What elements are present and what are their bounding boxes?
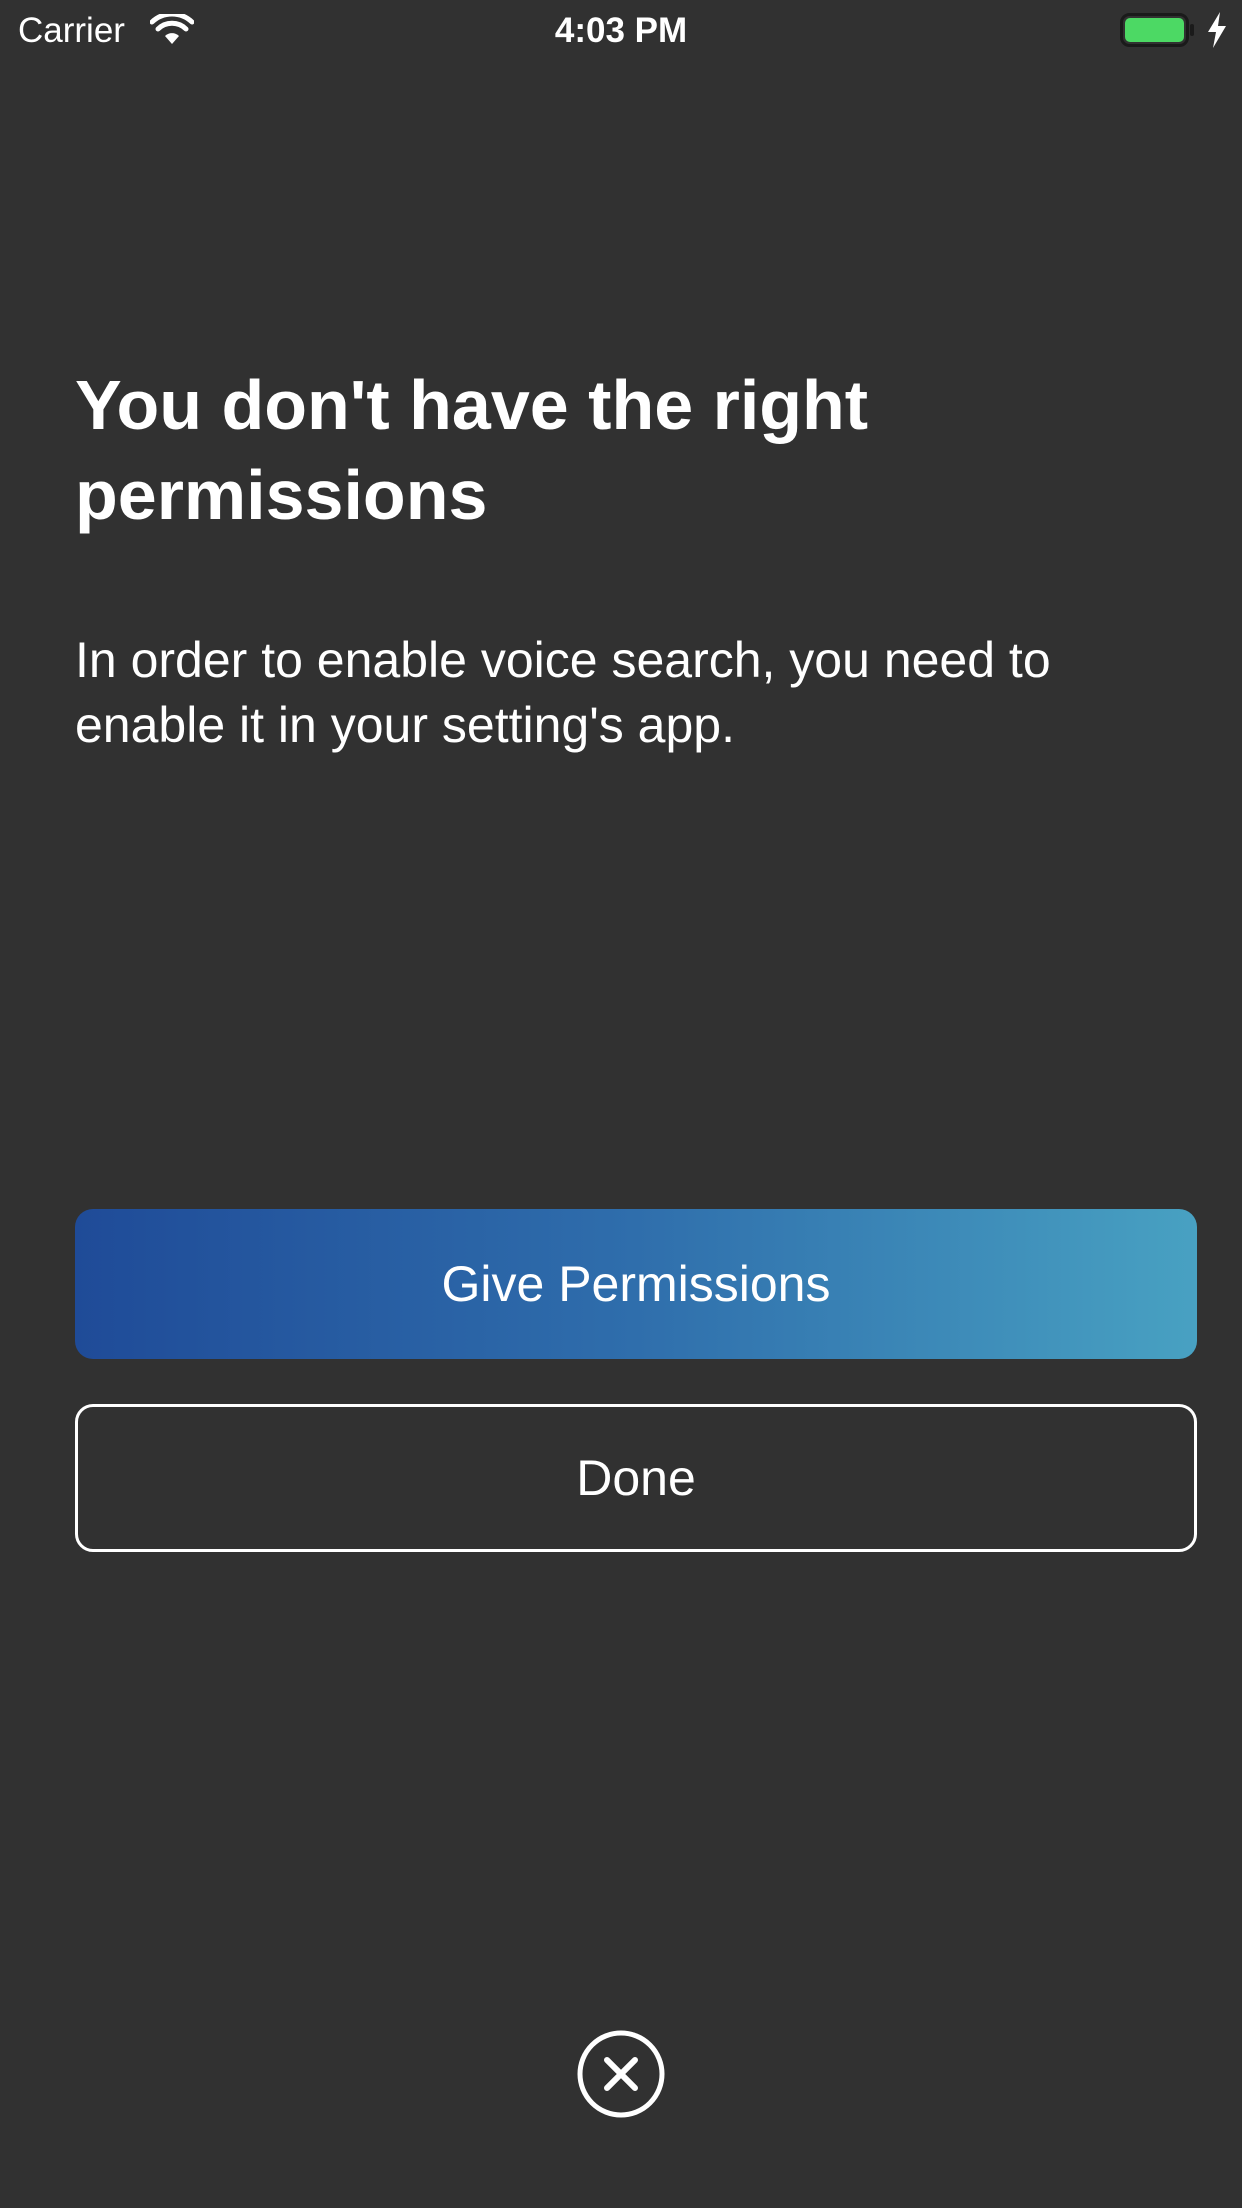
charging-bolt-icon (1208, 12, 1226, 48)
give-permissions-label: Give Permissions (441, 1256, 831, 1312)
page-title: You don't have the right permissions (75, 366, 869, 534)
battery-icon (1120, 13, 1194, 47)
done-label: Done (576, 1450, 696, 1506)
give-permissions-button[interactable]: Give Permissions (75, 1209, 1197, 1359)
status-bar: Carrier 4:03 PM (0, 0, 1242, 62)
permission-description: In order to enable voice search, you nee… (75, 632, 1051, 753)
done-button[interactable]: Done (75, 1404, 1197, 1552)
close-button[interactable] (576, 2029, 666, 2119)
status-time: 4:03 PM (554, 11, 688, 50)
close-circle-icon (577, 2030, 665, 2118)
permissions-screen: Carrier 4:03 PM You don't have the right… (0, 0, 1242, 2208)
